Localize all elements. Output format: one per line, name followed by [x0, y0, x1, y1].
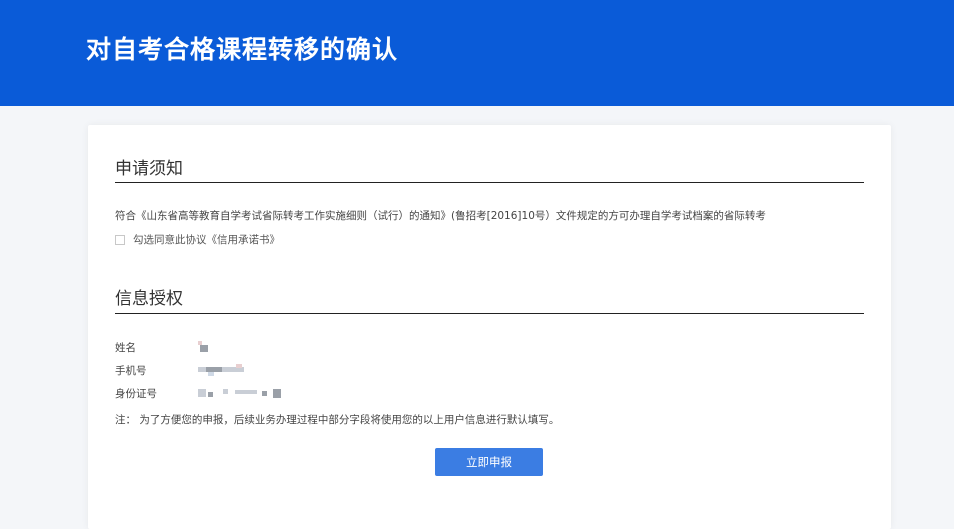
phone-value-masked	[196, 364, 256, 376]
notice-section-title: 申请须知	[115, 159, 183, 179]
notice-text: 符合《山东省高等教育自学考试省际转考工作实施细则（试行）的通知》(鲁招考[201…	[115, 210, 766, 222]
authorization-section-title: 信息授权	[115, 289, 183, 309]
name-label: 姓名	[115, 342, 136, 354]
page-title: 对自考合格课程转移的确认	[86, 35, 399, 64]
id-number-value-masked	[196, 387, 296, 399]
agree-checkbox[interactable]	[115, 234, 125, 245]
notice-divider	[115, 182, 864, 183]
agree-label[interactable]: 勾选同意此协议《信用承诺书》	[133, 232, 280, 247]
main-card: 申请须知 符合《山东省高等教育自学考试省际转考工作实施细则（试行）的通知》(鲁招…	[88, 125, 891, 529]
id-number-label: 身份证号	[115, 388, 157, 400]
agree-row[interactable]: 勾选同意此协议《信用承诺书》	[115, 232, 280, 247]
name-value-masked	[196, 341, 216, 353]
header-banner: 对自考合格课程转移的确认	[0, 0, 954, 106]
phone-label: 手机号	[115, 365, 147, 377]
prefill-note: 注： 为了方便您的申报，后续业务办理过程中部分字段将使用您的以上用户信息进行默认…	[115, 414, 560, 426]
submit-button[interactable]: 立即申报	[435, 448, 543, 476]
authorization-divider	[115, 313, 864, 314]
